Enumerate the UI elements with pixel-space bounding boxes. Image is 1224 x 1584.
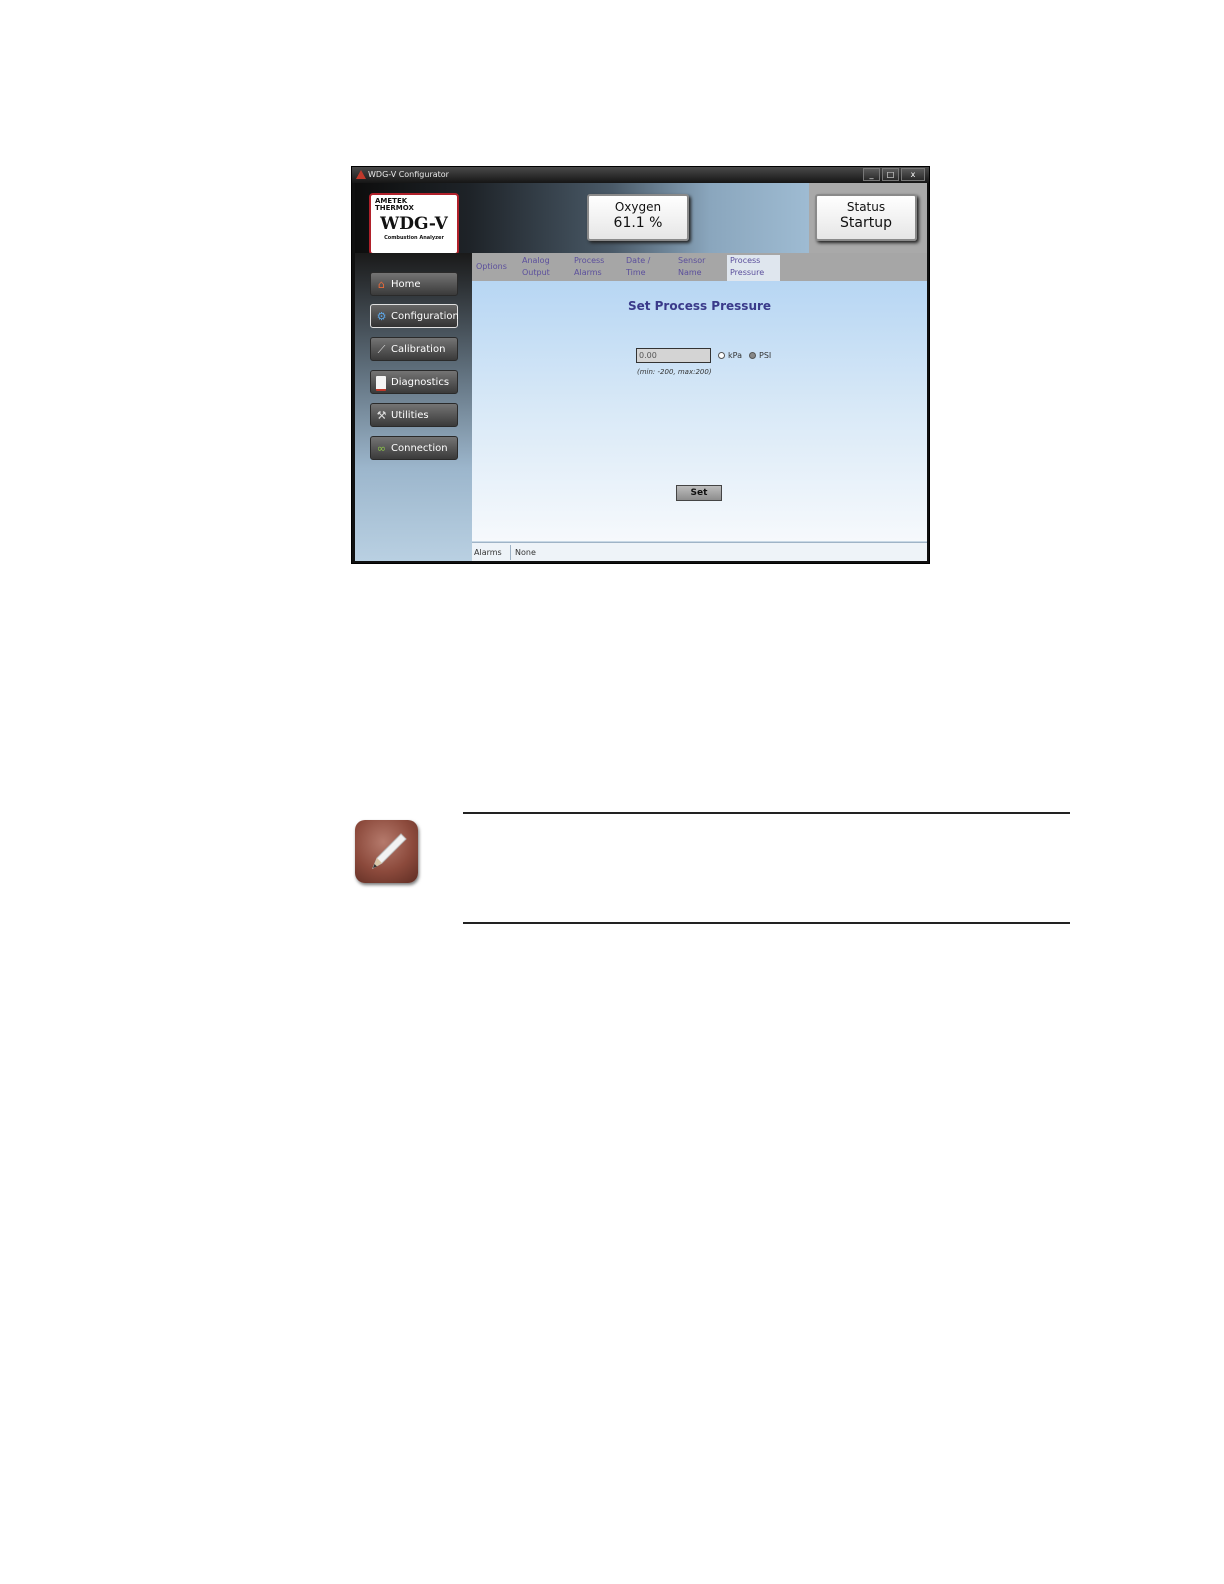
nav-diagnostics-button[interactable]: Diagnostics — [370, 370, 458, 394]
brand-logo: AMETEK THERMOX WDG-V Combustion Analyzer — [369, 193, 459, 255]
pencil-icon — [372, 833, 407, 870]
title-bar[interactable]: WDG-V Configurator _ □ x — [352, 167, 929, 183]
tab-label: Name — [678, 268, 702, 277]
range-hint: (min: -200, max:200) — [637, 368, 712, 376]
tab-label: Sensor — [678, 256, 706, 265]
client-area: AMETEK THERMOX WDG-V Combustion Analyzer… — [355, 183, 927, 561]
document-icon — [376, 376, 386, 391]
pencil-note-icon — [355, 820, 418, 883]
brand-maker-line2: THERMOX — [375, 204, 414, 212]
note-rule-bottom — [463, 922, 1070, 924]
brand-maker: AMETEK THERMOX — [375, 198, 414, 212]
kpa-radio[interactable] — [718, 352, 725, 359]
chart-icon: ⟋ — [377, 343, 386, 356]
tab-date-time[interactable]: Date / Time — [626, 255, 672, 281]
nav-calibration-button[interactable]: ⟋ Calibration — [370, 337, 458, 361]
tab-sensor-name[interactable]: Sensor Name — [678, 255, 724, 281]
note-rule-top — [463, 812, 1070, 814]
nav-utilities-button[interactable]: ⚒ Utilities — [370, 403, 458, 427]
set-button[interactable]: Set — [676, 485, 722, 501]
nav-label: Calibration — [391, 344, 446, 355]
window-controls: _ □ x — [863, 168, 925, 181]
link-icon: ∞ — [376, 442, 387, 455]
alarms-value: None — [515, 548, 536, 557]
tab-label: Alarms — [574, 268, 602, 277]
app-logo-icon — [356, 170, 366, 179]
kpa-label: kPa — [728, 351, 742, 360]
tab-label: Pressure — [730, 268, 765, 277]
tab-label: Options — [476, 262, 507, 271]
nav-configuration-button[interactable]: ⚙ Configuration — [370, 304, 459, 328]
window-title: WDG-V Configurator — [368, 170, 449, 179]
tab-process-pressure[interactable]: Process Pressure — [727, 255, 780, 281]
brand-subtitle: Combustion Analyzer — [384, 235, 444, 241]
nav-label: Connection — [391, 443, 448, 454]
header: AMETEK THERMOX WDG-V Combustion Analyzer… — [355, 183, 927, 255]
main-panel: Set Process Pressure kPa PSI (min: -200,… — [472, 281, 927, 541]
minimize-button[interactable]: _ — [863, 168, 880, 181]
status-readout: Status Startup — [815, 194, 917, 241]
tab-label: Process — [730, 256, 761, 265]
gear-icon: ⚙ — [376, 310, 387, 323]
close-button[interactable]: x — [901, 168, 925, 181]
oxygen-readout: Oxygen 61.1 % — [587, 194, 689, 241]
brand-model: WDG-V — [380, 214, 448, 234]
page-title: Set Process Pressure — [627, 299, 772, 313]
status-divider — [510, 545, 511, 560]
tab-analog-output[interactable]: Analog Output — [522, 255, 568, 281]
nav-label: Home — [391, 279, 421, 290]
wrench-icon: ⚒ — [376, 409, 387, 422]
app-window: WDG-V Configurator _ □ x AMETEK THERMOX … — [351, 166, 930, 564]
psi-label: PSI — [759, 351, 772, 360]
oxygen-label: Oxygen — [614, 200, 662, 214]
tab-bar: Options Analog Output Process Alarms Dat… — [472, 253, 927, 281]
tab-label: Analog — [522, 256, 550, 265]
oxygen-value: 61.1 % — [613, 215, 663, 231]
status-value: Startup — [840, 215, 892, 231]
status-bar: Alarms None — [472, 542, 927, 561]
tab-label: Output — [522, 268, 550, 277]
tab-label: Process — [574, 256, 605, 265]
home-icon: ⌂ — [378, 278, 385, 291]
nav-connection-button[interactable]: ∞ Connection — [370, 436, 458, 460]
tab-options[interactable]: Options — [476, 261, 507, 279]
nav-label: Utilities — [391, 410, 429, 421]
alarms-label: Alarms — [474, 548, 502, 557]
nav-label: Diagnostics — [391, 377, 450, 388]
psi-radio[interactable] — [749, 352, 756, 359]
tab-process-alarms[interactable]: Process Alarms — [574, 255, 620, 281]
status-label: Status — [846, 200, 886, 214]
sidebar: ⌂ Home ⚙ Configuration ⟋ Calibration Dia… — [355, 253, 472, 561]
tab-label: Time — [626, 268, 646, 277]
pressure-input[interactable] — [636, 348, 711, 363]
maximize-button[interactable]: □ — [882, 168, 899, 181]
nav-label: Configuration — [391, 311, 459, 322]
nav-home-button[interactable]: ⌂ Home — [370, 272, 458, 296]
tab-label: Date / — [626, 256, 651, 265]
